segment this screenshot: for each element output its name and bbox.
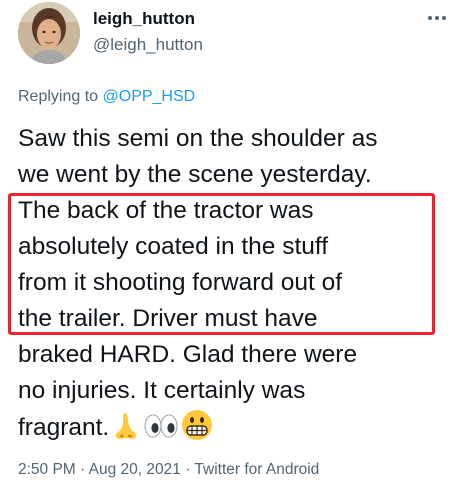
meta-separator: · (180, 461, 195, 478)
tweet-line: we went by the scene yesterday. (18, 161, 372, 188)
tweet-time[interactable]: 2:50 PM (18, 461, 76, 478)
replying-to: Replying to @OPP_HSD (18, 88, 195, 106)
more-options-icon[interactable] (425, 10, 449, 26)
tweet-line: the trailer. Driver must have (18, 305, 318, 332)
reply-target-link[interactable]: @OPP_HSD (103, 88, 196, 105)
display-name[interactable]: leigh_hutton (93, 9, 195, 29)
grimacing-face-emoji (182, 410, 213, 440)
tweet-line: absolutely coated in the stuff (18, 233, 329, 260)
tweet-line: braked HARD. Glad there were (18, 341, 358, 368)
eyes-emoji (144, 414, 178, 438)
tweet-line: no injuries. It certainly was (18, 377, 306, 404)
avatar-photo (18, 2, 80, 64)
tweet-source[interactable]: Twitter for Android (194, 461, 319, 478)
meta-separator: · (75, 461, 89, 478)
tweet-line: from it shooting forward out of (18, 269, 343, 296)
avatar[interactable] (18, 2, 80, 64)
replying-to-label: Replying to (18, 88, 103, 105)
user-handle[interactable]: @leigh_hutton (93, 35, 203, 55)
nose-emoji (115, 413, 137, 439)
tweet-line: Saw this semi on the shoulder as (18, 125, 378, 152)
tweet-line: The back of the tractor was (18, 197, 314, 224)
tweet-metadata: 2:50 PM · Aug 20, 2021 · Twitter for And… (18, 461, 319, 479)
tweet-text: Saw this semi on the shoulder as we went… (18, 121, 458, 446)
tweet-date[interactable]: Aug 20, 2021 (89, 461, 181, 478)
tweet-line: fragrant. (18, 414, 110, 441)
tweet-last-line: fragrant. (18, 409, 458, 446)
